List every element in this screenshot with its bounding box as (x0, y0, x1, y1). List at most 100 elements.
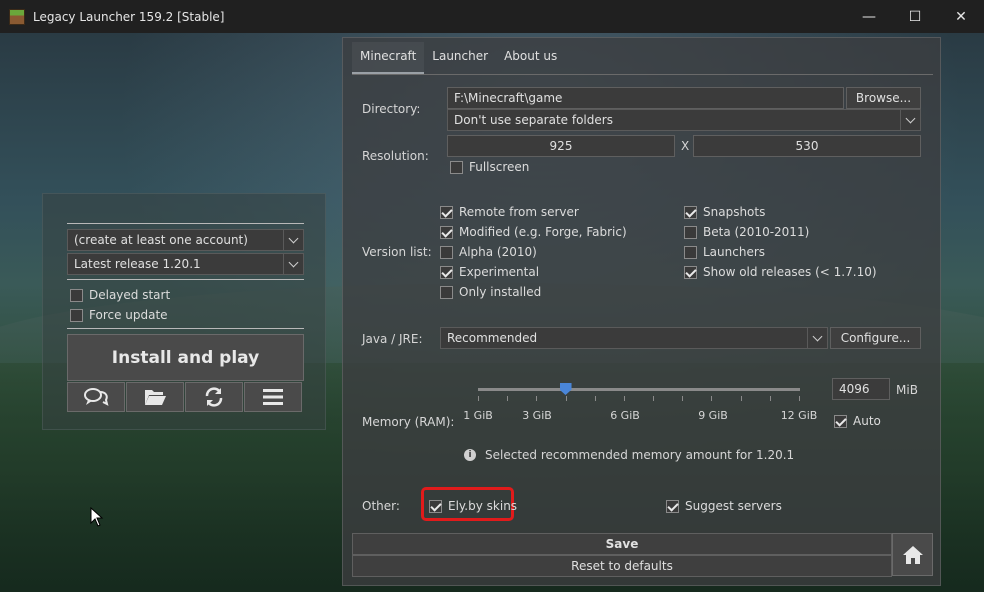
memory-label: Memory (RAM): (362, 415, 455, 429)
checkbox-box[interactable] (440, 205, 453, 219)
memory-value-field[interactable]: 4096 (832, 378, 890, 400)
force-update-checkbox[interactable]: Force update (70, 308, 168, 322)
window-controls: — ☐ ✕ (846, 0, 984, 33)
checkbox-label: Remote from server (459, 205, 579, 219)
tick-label: 9 GiB (698, 409, 728, 422)
install-and-play-button[interactable]: Install and play (67, 334, 304, 381)
resolution-label: Resolution: (362, 149, 429, 163)
refresh-icon (205, 387, 223, 407)
save-button[interactable]: Save (352, 533, 892, 555)
settings-panel: Minecraft Launcher About us Directory: F… (342, 37, 941, 586)
refresh-button[interactable] (185, 382, 243, 412)
browse-button[interactable]: Browse... (846, 87, 921, 109)
slider-tick (653, 396, 654, 401)
show-old-releases-checkbox[interactable]: Show old releases (< 1.7.10) (684, 265, 877, 279)
home-icon (902, 545, 923, 564)
version-select[interactable]: Latest release 1.20.1 (67, 253, 304, 275)
open-folder-button[interactable] (126, 382, 184, 412)
chat-icon (84, 388, 109, 406)
slider-tick (595, 396, 596, 401)
home-button[interactable] (892, 533, 933, 576)
remote-from-server-checkbox[interactable]: Remote from server (440, 205, 579, 219)
delayed-start-checkbox[interactable]: Delayed start (70, 288, 170, 302)
fullscreen-checkbox[interactable]: Fullscreen (450, 160, 529, 174)
memory-info-text: Selected recommended memory amount for 1… (485, 448, 795, 462)
java-select-value: Recommended (447, 331, 538, 345)
checkbox-box[interactable] (70, 288, 83, 302)
slider-tick (711, 396, 712, 401)
chevron-down-icon (900, 110, 920, 130)
checkbox-label: Show old releases (< 1.7.10) (703, 265, 877, 279)
chevron-down-icon (807, 328, 827, 348)
java-select[interactable]: Recommended (440, 327, 828, 349)
slider-tick (478, 396, 479, 401)
slider-tick (566, 396, 567, 401)
checkbox-box[interactable] (684, 205, 697, 219)
separate-folders-value: Don't use separate folders (454, 113, 613, 127)
checkbox-label: Modified (e.g. Forge, Fabric) (459, 225, 627, 239)
resolution-height-field[interactable]: 530 (693, 135, 921, 157)
tab-about-us[interactable]: About us (496, 42, 565, 74)
experimental-checkbox[interactable]: Experimental (440, 265, 539, 279)
close-button[interactable]: ✕ (938, 0, 984, 33)
tab-launcher[interactable]: Launcher (424, 42, 496, 74)
checkbox-box[interactable] (440, 225, 453, 239)
launchers-checkbox[interactable]: Launchers (684, 245, 765, 259)
resolution-width-field[interactable]: 925 (447, 135, 675, 157)
delayed-start-label: Delayed start (89, 288, 171, 302)
version-select-value: Latest release 1.20.1 (74, 257, 201, 271)
settings-tabs: Minecraft Launcher About us (352, 42, 565, 74)
reset-to-defaults-button[interactable]: Reset to defaults (352, 555, 892, 577)
slider-tick (799, 396, 800, 401)
checkbox-box[interactable] (440, 265, 453, 279)
version-list-label: Version list: (362, 245, 432, 259)
snapshots-checkbox[interactable]: Snapshots (684, 205, 765, 219)
force-update-label: Force update (89, 308, 168, 322)
chevron-down-icon (283, 230, 303, 250)
suggest-servers-checkbox[interactable]: Suggest servers (666, 499, 782, 513)
minimize-button[interactable]: — (846, 0, 892, 33)
checkbox-box[interactable] (834, 414, 847, 428)
separate-folders-select[interactable]: Don't use separate folders (447, 109, 921, 131)
tick-label: 12 GiB (780, 409, 818, 422)
divider (67, 328, 304, 329)
alpha-checkbox[interactable]: Alpha (2010) (440, 245, 537, 259)
auto-memory-checkbox[interactable]: Auto (834, 414, 881, 428)
checkbox-label: Only installed (459, 285, 542, 299)
checkbox-box[interactable] (666, 499, 679, 513)
only-installed-checkbox[interactable]: Only installed (440, 285, 541, 299)
checkbox-box[interactable] (70, 308, 83, 322)
tick-label: 6 GiB (610, 409, 640, 422)
checkbox-box[interactable] (429, 499, 442, 513)
checkbox-label: Alpha (2010) (459, 245, 537, 259)
slider-tick (682, 396, 683, 401)
checkbox-box[interactable] (684, 225, 697, 239)
checkbox-label: Launchers (703, 245, 766, 259)
elyby-skins-checkbox[interactable]: Ely.by skins (429, 499, 517, 513)
resolution-separator: X (681, 139, 690, 153)
tab-minecraft[interactable]: Minecraft (352, 42, 425, 74)
window-title: Legacy Launcher 159.2 [Stable] (33, 9, 225, 24)
checkbox-label: Experimental (459, 265, 540, 279)
menu-icon (263, 389, 283, 405)
checkbox-box[interactable] (450, 160, 463, 174)
account-select[interactable]: (create at least one account) (67, 229, 304, 251)
slider-tick (507, 396, 508, 401)
checkbox-box[interactable] (684, 245, 697, 259)
java-label: Java / JRE: (362, 332, 423, 346)
checkbox-box[interactable] (440, 285, 453, 299)
chat-button[interactable] (67, 382, 125, 412)
memory-slider[interactable] (478, 388, 800, 391)
modified-checkbox[interactable]: Modified (e.g. Forge, Fabric) (440, 225, 627, 239)
beta-checkbox[interactable]: Beta (2010-2011) (684, 225, 809, 239)
configure-button[interactable]: Configure... (830, 327, 921, 349)
checkbox-box[interactable] (684, 265, 697, 279)
title-bar: Legacy Launcher 159.2 [Stable] — ☐ ✕ (0, 0, 984, 33)
auto-label: Auto (853, 414, 881, 428)
divider (67, 279, 304, 280)
directory-path-field[interactable]: F:\Minecraft\game (447, 87, 844, 109)
menu-button[interactable] (244, 382, 302, 412)
checkbox-box[interactable] (440, 245, 453, 259)
maximize-button[interactable]: ☐ (892, 0, 938, 33)
memory-slider-thumb[interactable] (559, 383, 572, 395)
